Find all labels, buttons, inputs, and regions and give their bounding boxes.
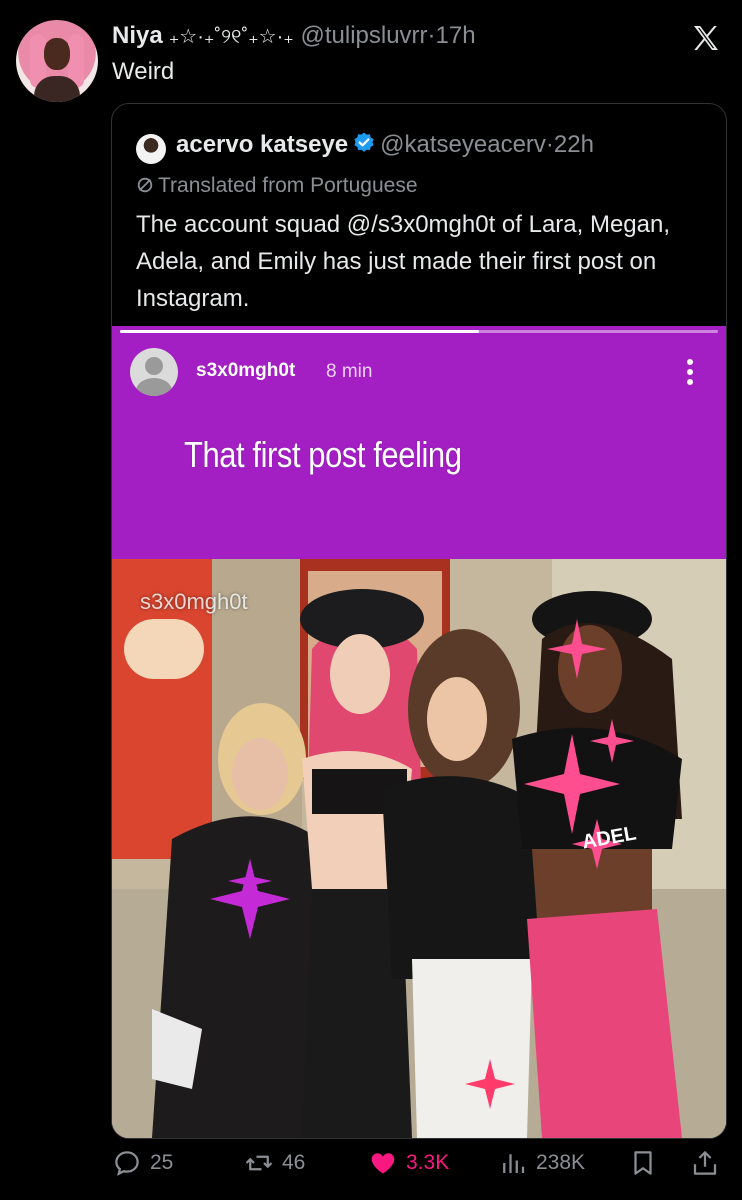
- share-button[interactable]: [690, 1148, 728, 1178]
- translated-notice[interactable]: Translated from Portuguese: [136, 174, 418, 198]
- translated-label: Translated from Portuguese: [158, 174, 418, 197]
- story-photo: s3x0mgh0t ADEL: [112, 559, 726, 1138]
- repost-icon: [245, 1155, 273, 1171]
- avatar-body: [34, 76, 80, 102]
- reply-icon: [115, 1151, 139, 1176]
- quoted-author-handle[interactable]: @katseyeacerv: [380, 131, 546, 158]
- quoted-tweet-text: The account squad @/s3x0mgh0t of Lara, M…: [136, 211, 671, 312]
- reply-button[interactable]: 25: [112, 1148, 173, 1178]
- story-caption: That first post feeling: [184, 434, 462, 475]
- tweet-time[interactable]: 17h: [436, 22, 476, 49]
- repost-button[interactable]: 46: [244, 1148, 305, 1178]
- story-time: 8 min: [326, 361, 373, 382]
- author-handle[interactable]: @tulipsluvrr: [300, 22, 427, 49]
- share-icon: [693, 1151, 717, 1175]
- tweet-text: Weird: [112, 58, 175, 85]
- name-decoration: ₊☆·₊˚୨୧˚₊☆·₊: [168, 26, 294, 48]
- x-logo-icon[interactable]: [690, 22, 722, 54]
- quoted-time[interactable]: 22h: [554, 131, 594, 158]
- quoted-time-separator: ·: [545, 131, 554, 158]
- action-bar: 25 46 3.3K 238K: [0, 1148, 742, 1184]
- repost-count: 46: [282, 1151, 306, 1174]
- reply-count: 25: [150, 1151, 174, 1174]
- story-user-avatar[interactable]: [130, 348, 178, 396]
- group-photo-illustration: [112, 559, 726, 1138]
- verified-badge-icon: [354, 132, 374, 152]
- views-button[interactable]: 238K: [498, 1148, 585, 1178]
- story-watermark: s3x0mgh0t: [140, 589, 248, 614]
- views-count: 238K: [536, 1151, 586, 1174]
- avatar-placeholder-head: [145, 357, 163, 375]
- tweet-header: Niya ₊☆·₊˚୨୧˚₊☆·₊ @tulipsluvrr·17h: [112, 22, 476, 50]
- quoted-tweet[interactable]: acervo katseye @katseyeacerv·22h Transla…: [111, 103, 727, 1139]
- quoted-author-name[interactable]: acervo katseye: [176, 131, 348, 158]
- avatar-placeholder-body: [136, 378, 172, 396]
- translate-icon: [137, 177, 153, 193]
- quoted-header: acervo katseye @katseyeacerv·22h: [176, 131, 594, 159]
- quoted-author-avatar[interactable]: [136, 134, 166, 164]
- avatar-face: [44, 38, 70, 70]
- bookmark-icon: [634, 1151, 652, 1175]
- like-count: 3.3K: [406, 1151, 450, 1174]
- more-options-icon[interactable]: [680, 356, 700, 388]
- instagram-story-media[interactable]: s3x0mgh0t 8 min That first post feeling: [112, 326, 726, 1138]
- like-button[interactable]: 3.3K: [368, 1148, 449, 1178]
- bookmark-button[interactable]: [628, 1148, 666, 1178]
- story-progress-fill: [120, 330, 479, 333]
- author-name[interactable]: Niya: [112, 22, 163, 49]
- author-avatar[interactable]: [16, 20, 98, 102]
- heart-icon: [371, 1153, 395, 1174]
- views-chart-icon: [503, 1154, 525, 1173]
- story-username[interactable]: s3x0mgh0t: [196, 360, 295, 382]
- tweet-time-separator: ·: [427, 22, 436, 49]
